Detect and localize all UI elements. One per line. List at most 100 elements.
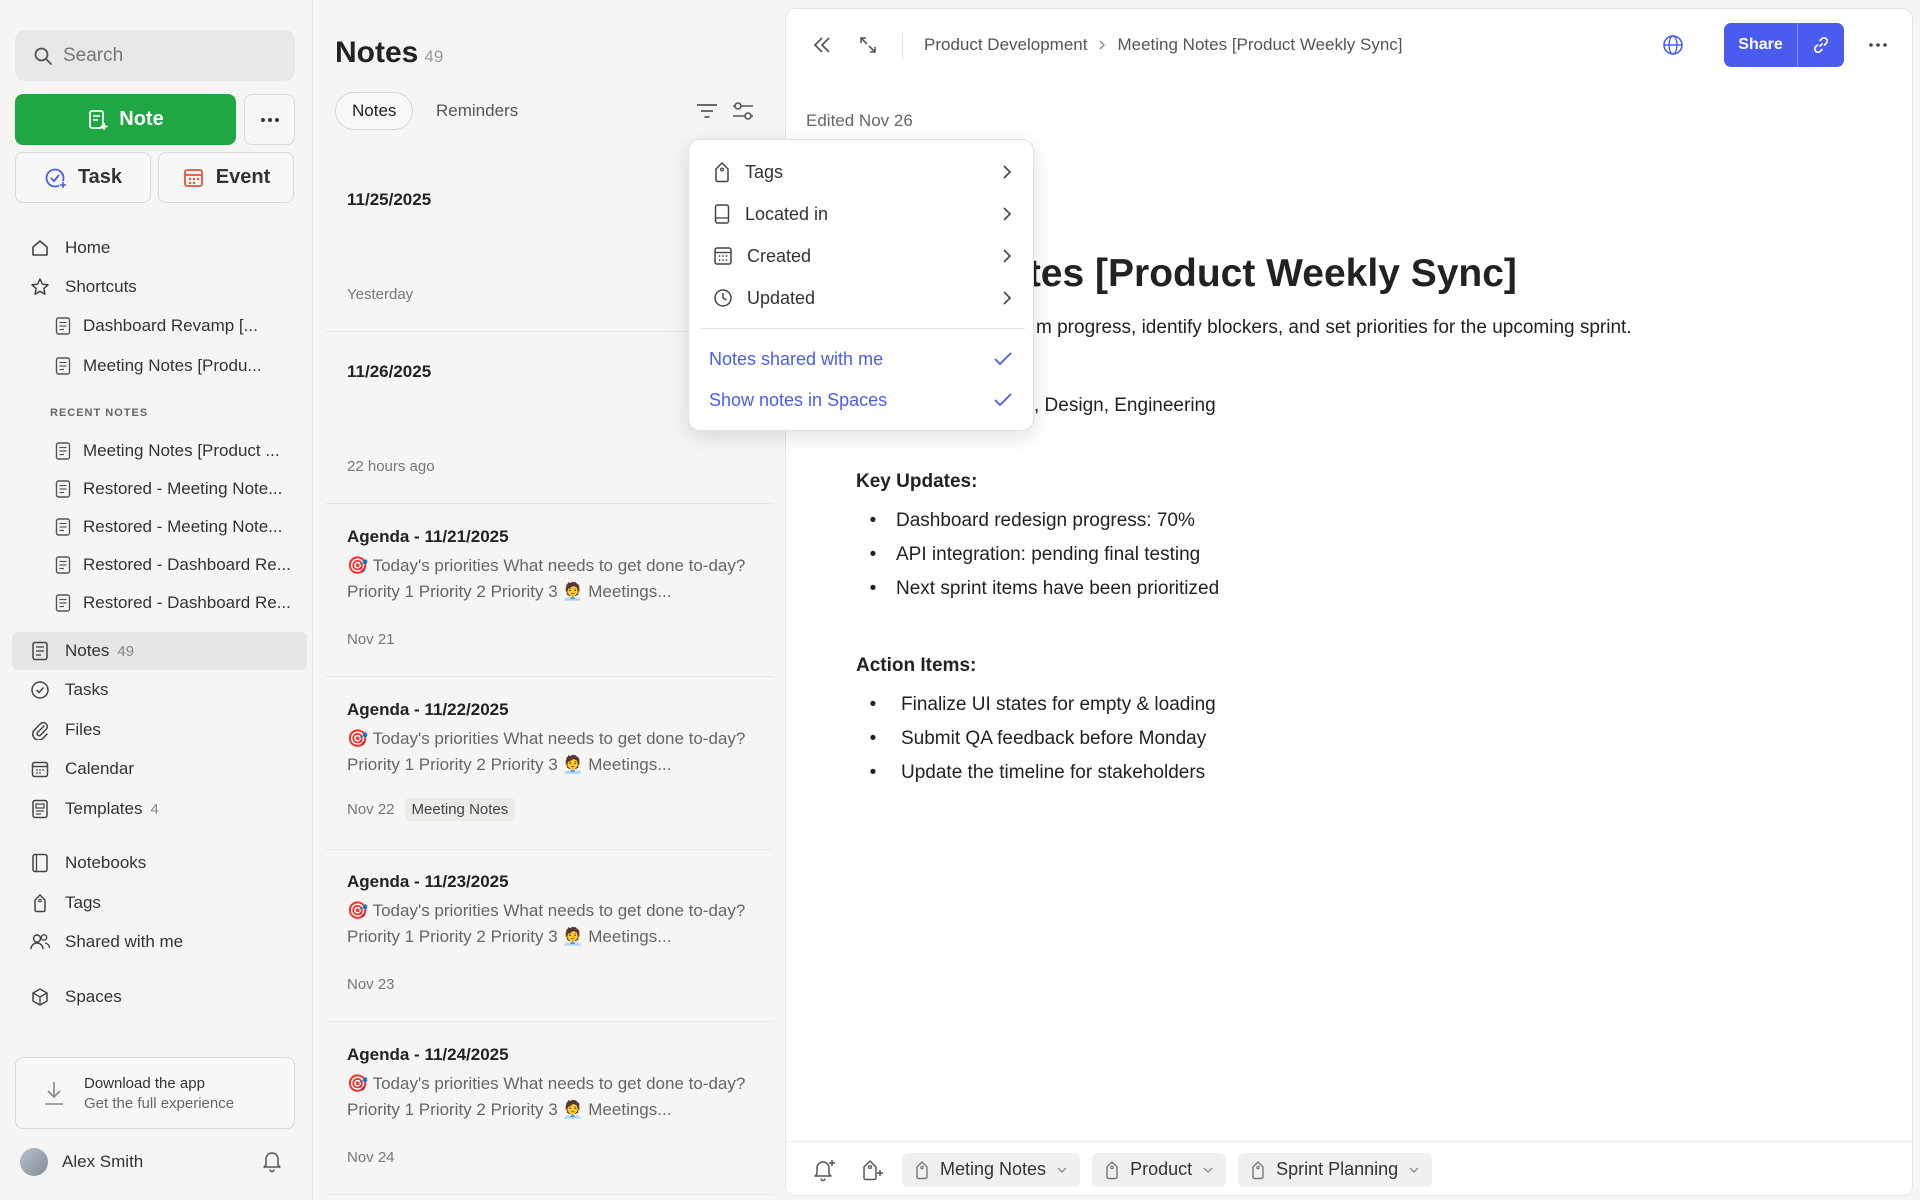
sidebar-item-label: Files [65,720,101,739]
add-tag-icon[interactable] [854,1152,890,1188]
note-card-preview: 🎯 Today's priorities What needs to get d… [347,1074,746,1119]
list-item[interactable]: • Finalize UI states for empty & loading [866,694,1216,716]
note-icon [55,556,71,574]
download-app-banner[interactable]: Download the app Get the full experience [15,1057,295,1129]
user-name: Alex Smith [62,1152,144,1171]
sidebar: Search Note Task Event Home Shortcuts Da… [0,0,313,1200]
recent-note-item[interactable]: Restored - Meeting Note... [55,510,300,544]
recent-note-label: Restored - Meeting Note... [83,517,283,536]
option-notes-shared-with-me[interactable]: Notes shared with me [709,342,1013,376]
note-card[interactable]: Agenda - 11/21/2025 🎯 Today's priorities… [326,505,774,677]
key-updates-heading[interactable]: Key Updates: [856,471,977,493]
list-item[interactable]: • Dashboard redesign progress: 70% [866,510,1195,532]
tab-reminders[interactable]: Reminders [420,92,534,130]
share-button[interactable]: Share [1724,23,1798,67]
more-create-button[interactable] [244,94,295,145]
list-item[interactable]: • Submit QA feedback before Monday [866,728,1207,750]
sidebar-item-files[interactable]: Files [12,712,307,748]
copy-link-icon[interactable] [1798,35,1844,55]
action-items-heading[interactable]: Action Items: [856,655,976,677]
list-title: Notes 49 [335,36,444,69]
note-goal-text[interactable]: m progress, identify blockers, and set p… [1036,317,1632,339]
download-icon [42,1079,66,1107]
tag-icon [1104,1160,1120,1180]
tag-chip[interactable]: Meting Notes [902,1152,1081,1187]
shortcut-item[interactable]: Meeting Notes [Produ... [55,349,300,383]
sidebar-item-tasks[interactable]: Tasks [12,672,307,708]
chevron-down-icon [1202,1165,1214,1175]
collapse-left-icon[interactable] [810,33,834,57]
sidebar-item-label: Home [65,238,111,257]
note-icon [55,518,71,536]
breadcrumb-notebook[interactable]: Product Development [924,35,1087,55]
filter-icon[interactable] [694,99,720,123]
note-title[interactable]: otes [Product Weekly Sync] [1004,252,1517,296]
user-profile[interactable]: Alex Smith [20,1146,290,1178]
note-card-date: Nov 21 [347,631,395,648]
download-title: Download the app [84,1074,205,1092]
tag-icon [914,1160,930,1180]
recent-note-item[interactable]: Restored - Dashboard Re... [55,548,300,582]
menu-item-tags[interactable]: Tags [713,155,1013,189]
recent-note-item[interactable]: Restored - Meeting Note... [55,472,300,506]
note-card[interactable]: Agenda - 11/23/2025 🎯 Today's priorities… [326,850,774,1022]
menu-item-label: Tags [745,161,784,182]
new-note-button[interactable]: Note [15,94,236,145]
tag-chip[interactable]: Sprint Planning [1238,1152,1433,1187]
recent-note-item[interactable]: Meeting Notes [Product ... [55,434,300,468]
new-task-button[interactable]: Task [15,152,151,203]
sidebar-item-shortcuts[interactable]: Shortcuts [12,269,307,305]
sidebar-item-notebooks[interactable]: Notebooks [12,845,307,881]
tab-notes[interactable]: Notes [335,92,414,130]
sidebar-item-label: Shared with me [65,932,184,951]
chevron-right-icon [1001,164,1013,180]
sidebar-item-spaces[interactable]: Spaces [12,979,307,1015]
share-button-group: Share [1724,23,1844,67]
note-card-title: Agenda - 11/21/2025 [347,527,509,546]
note-card-tag: Meeting Notes [404,798,516,821]
note-attendees-text[interactable]: , Design, Engineering [1034,395,1216,417]
sidebar-item-templates[interactable]: Templates 4 [12,791,307,827]
edited-timestamp: Edited Nov 26 [806,111,913,130]
list-item[interactable]: • Next sprint items have been prioritized [866,578,1219,600]
home-icon [29,237,51,259]
menu-item-updated[interactable]: Updated [713,281,1013,315]
notes-icon [29,640,51,662]
calendar-icon [713,245,733,267]
sidebar-item-shared[interactable]: Shared with me [12,924,307,960]
recent-note-label: Restored - Dashboard Re... [83,555,291,574]
sidebar-item-tags[interactable]: Tags [12,885,307,921]
globe-icon[interactable] [1661,33,1685,57]
sidebar-item-label: Calendar [65,759,134,778]
menu-item-located-in[interactable]: Located in [713,197,1013,231]
list-item[interactable]: • API integration: pending final testing [866,544,1201,566]
add-reminder-icon[interactable] [806,1152,842,1188]
new-event-button[interactable]: Event [158,152,294,203]
note-card-preview: 🎯 Today's priorities What needs to get d… [347,729,746,774]
sidebar-item-notes[interactable]: Notes 49 [12,632,307,670]
sidebar-item-home[interactable]: Home [12,230,307,266]
recent-note-item[interactable]: Restored - Dashboard Re... [55,586,300,620]
breadcrumb-note[interactable]: Meeting Notes [Product Weekly Sync] [1117,35,1402,55]
download-subtitle: Get the full experience [84,1094,235,1112]
search-input[interactable]: Search [15,30,295,81]
note-card-date: Nov 23 [347,976,395,993]
sidebar-item-calendar[interactable]: Calendar [12,751,307,787]
note-card[interactable]: Agenda - 11/22/2025 🎯 Today's priorities… [326,678,774,850]
view-options-icon[interactable] [730,99,756,123]
more-options-icon[interactable] [1868,35,1888,55]
sidebar-item-label: Notebooks [65,853,147,872]
tag-chip[interactable]: Product [1092,1152,1227,1187]
note-card[interactable]: Agenda - 11/24/2025 🎯 Today's priorities… [326,1023,774,1195]
shortcut-item[interactable]: Dashboard Revamp [... [55,309,300,343]
list-item[interactable]: • Update the timeline for stakeholders [866,762,1206,784]
expand-icon[interactable] [856,33,880,57]
option-show-notes-in-spaces[interactable]: Show notes in Spaces [709,383,1013,417]
cube-icon [29,986,51,1008]
paperclip-icon [29,719,51,741]
people-icon [29,931,51,953]
list-count: 49 [424,47,444,66]
notification-bell-icon[interactable] [260,1149,284,1173]
calendar-event-icon [182,166,206,190]
menu-item-created[interactable]: Created [713,239,1013,273]
